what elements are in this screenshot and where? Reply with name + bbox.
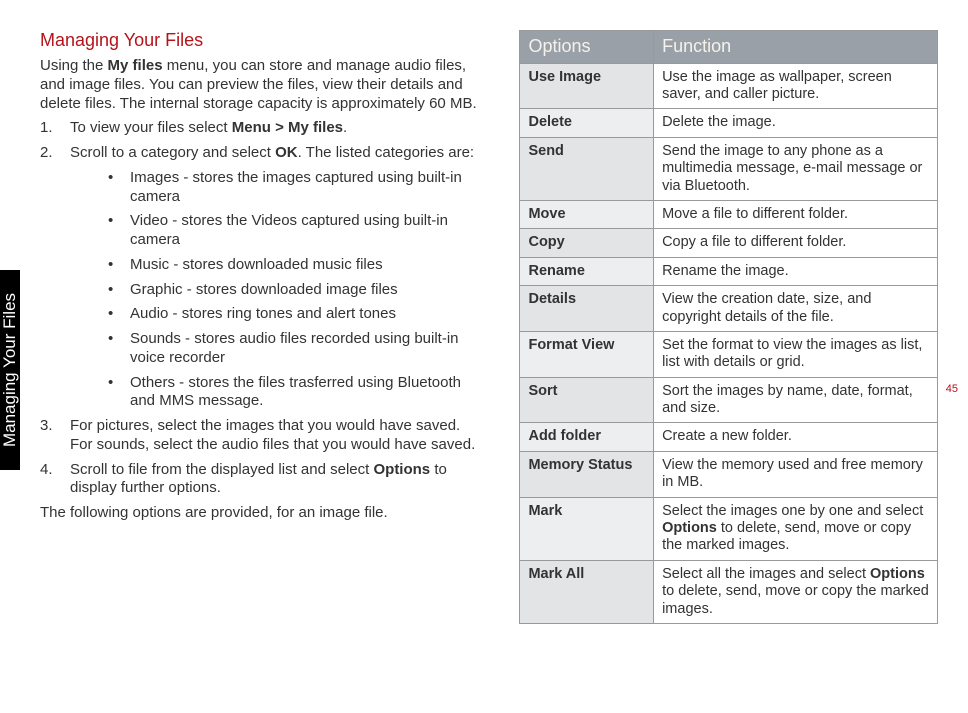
function-cell: View the creation date, size, and copyri… xyxy=(654,286,938,332)
text: . The listed categories are: xyxy=(298,144,474,161)
text: Select the images one by one and select xyxy=(662,503,923,519)
option-cell: Rename xyxy=(520,257,654,285)
list-item: Music - stores downloaded music files xyxy=(100,256,479,275)
text: . xyxy=(343,119,347,136)
option-cell: Add folder xyxy=(520,423,654,451)
page-content: Managing Your Files Using the My files m… xyxy=(0,0,968,654)
text: to delete, send, move or copy the marked… xyxy=(662,583,929,616)
list-item: Images - stores the images captured usin… xyxy=(100,169,479,207)
table-row: Memory StatusView the memory used and fr… xyxy=(520,451,938,497)
table-row: DetailsView the creation date, size, and… xyxy=(520,286,938,332)
table-row: MarkSelect the images one by one and sel… xyxy=(520,497,938,560)
options-table: Options Function Use ImageUse the image … xyxy=(519,30,938,624)
bold-text: Options xyxy=(662,520,717,536)
steps-list: To view your files select Menu > My file… xyxy=(40,119,479,498)
table-body: Use ImageUse the image as wallpaper, scr… xyxy=(520,63,938,623)
option-cell: Copy xyxy=(520,229,654,257)
side-tab: Managing Your Files xyxy=(0,270,20,470)
categories-list: Images - stores the images captured usin… xyxy=(100,169,479,411)
function-cell: Sort the images by name, date, format, a… xyxy=(654,377,938,423)
list-item: Graphic - stores downloaded image files xyxy=(100,281,479,300)
bold-text: My files xyxy=(108,57,163,74)
text: Scroll to a category and select xyxy=(70,144,275,161)
function-cell: Delete the image. xyxy=(654,109,938,137)
table-row: Add folderCreate a new folder. xyxy=(520,423,938,451)
option-cell: Delete xyxy=(520,109,654,137)
bold-text: Options xyxy=(373,461,430,478)
option-cell: Move xyxy=(520,200,654,228)
option-cell: Format View xyxy=(520,331,654,377)
right-column: Options Function Use ImageUse the image … xyxy=(519,30,938,624)
step-4: Scroll to file from the displayed list a… xyxy=(40,461,479,499)
list-item: Audio - stores ring tones and alert tone… xyxy=(100,305,479,324)
table-row: Use ImageUse the image as wallpaper, scr… xyxy=(520,63,938,109)
option-cell: Sort xyxy=(520,377,654,423)
function-cell: Move a file to different folder. xyxy=(654,200,938,228)
step-2: Scroll to a category and select OK. The … xyxy=(40,144,479,411)
table-row: SendSend the image to any phone as a mul… xyxy=(520,137,938,200)
list-item: Sounds - stores audio files recorded usi… xyxy=(100,330,479,368)
function-cell: Select the images one by one and select … xyxy=(654,497,938,560)
table-row: RenameRename the image. xyxy=(520,257,938,285)
table-row: DeleteDelete the image. xyxy=(520,109,938,137)
function-cell: View the memory used and free memory in … xyxy=(654,451,938,497)
header-function: Function xyxy=(654,31,938,64)
function-cell: Send the image to any phone as a multime… xyxy=(654,137,938,200)
step-3: For pictures, select the images that you… xyxy=(40,417,479,455)
function-cell: Use the image as wallpaper, screen saver… xyxy=(654,63,938,109)
text: Using the xyxy=(40,57,108,74)
table-row: Format ViewSet the format to view the im… xyxy=(520,331,938,377)
table-header-row: Options Function xyxy=(520,31,938,64)
table-row: SortSort the images by name, date, forma… xyxy=(520,377,938,423)
outro-paragraph: The following options are provided, for … xyxy=(40,504,479,523)
function-cell: Select all the images and select Options… xyxy=(654,560,938,623)
function-cell: Copy a file to different folder. xyxy=(654,229,938,257)
function-cell: Set the format to view the images as lis… xyxy=(654,331,938,377)
side-tab-label: Managing Your Files xyxy=(0,293,20,447)
option-cell: Use Image xyxy=(520,63,654,109)
table-row: Mark AllSelect all the images and select… xyxy=(520,560,938,623)
bold-text: Menu > My files xyxy=(232,119,343,136)
bold-text: Options xyxy=(870,566,925,582)
option-cell: Memory Status xyxy=(520,451,654,497)
section-heading: Managing Your Files xyxy=(40,30,479,51)
table-row: CopyCopy a file to different folder. xyxy=(520,229,938,257)
list-item: Others - stores the files trasferred usi… xyxy=(100,374,479,412)
header-options: Options xyxy=(520,31,654,64)
page-number: 45 xyxy=(946,383,958,395)
function-cell: Create a new folder. xyxy=(654,423,938,451)
function-cell: Rename the image. xyxy=(654,257,938,285)
left-column: Managing Your Files Using the My files m… xyxy=(40,30,479,624)
step-1: To view your files select Menu > My file… xyxy=(40,119,479,138)
bold-text: OK xyxy=(275,144,298,161)
option-cell: Send xyxy=(520,137,654,200)
intro-paragraph: Using the My files menu, you can store a… xyxy=(40,57,479,113)
table-row: MoveMove a file to different folder. xyxy=(520,200,938,228)
text: Scroll to file from the displayed list a… xyxy=(70,461,373,478)
option-cell: Details xyxy=(520,286,654,332)
list-item: Video - stores the Videos captured using… xyxy=(100,212,479,250)
text: Select all the images and select xyxy=(662,566,870,582)
option-cell: Mark All xyxy=(520,560,654,623)
option-cell: Mark xyxy=(520,497,654,560)
text: To view your files select xyxy=(70,119,232,136)
